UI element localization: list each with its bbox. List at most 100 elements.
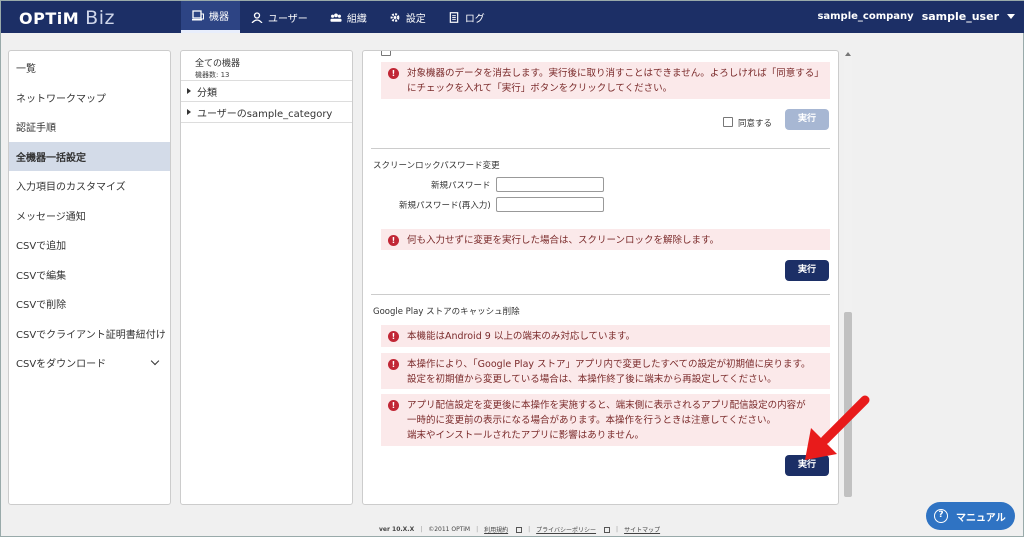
nav-users[interactable]: ユーザー	[240, 1, 319, 33]
logo-text: OPTiM	[19, 9, 80, 28]
agree-label[interactable]: 同意する	[738, 117, 772, 129]
wipe-execute-button[interactable]: 実行	[785, 109, 829, 130]
alert-icon: !	[388, 331, 399, 342]
sidebar-item-csv-download[interactable]: CSVをダウンロード	[9, 348, 170, 378]
lock-section-title: スクリーンロックパスワード変更	[373, 161, 500, 171]
alert-icon: !	[388, 400, 399, 411]
nav-log-label: ログ	[464, 13, 485, 25]
footer-version: ver 10.X.X	[379, 526, 415, 533]
sidebar-item-label: ネットワークマップ	[16, 93, 106, 105]
section-divider	[371, 294, 830, 295]
tree-node-label: ユーザーのsample_category	[197, 108, 333, 120]
nav-users-label: ユーザー	[268, 13, 308, 25]
sidebar-item-label: 一覧	[16, 64, 36, 76]
caret-right-icon[interactable]	[187, 109, 191, 115]
sidebar-item-list[interactable]: 一覧	[9, 53, 170, 83]
alert-icon: !	[388, 68, 399, 79]
wipe-prev-checkbox[interactable]	[381, 51, 391, 56]
sidebar-item-csv-edit[interactable]: CSVで編集	[9, 260, 170, 290]
gplay-section-title: Google Play ストアのキャッシュ削除	[373, 307, 520, 317]
main-nav: 機器 ユーザー 組織 設定 ログ	[181, 1, 496, 33]
wipe-warning-text: 対象機器のデータを消去します。実行後に取り消すことはできません。よろしければ「同…	[407, 68, 820, 94]
sidebar-item-label: 全機器一括設定	[16, 152, 86, 164]
sidebar-item-label: メッセージ通知	[16, 211, 86, 223]
tree-node-category[interactable]: 分類	[181, 81, 352, 102]
sidebar-item-csv-cert[interactable]: CSVでクライアント証明書紐付け	[9, 319, 170, 349]
lock-warning: ! 何も入力せずに変更を実行した場合は、スクリーンロックを解除します。	[381, 229, 830, 250]
gplay-warning-3: ! アプリ配信設定を変更後に本操作を実施すると、端末側に表示されるアプリ配信設定…	[381, 394, 830, 446]
device-icon	[192, 10, 204, 21]
logo-sub: Biz	[85, 7, 115, 29]
alert-icon: !	[388, 235, 399, 246]
sidebar-item-label: CSVをダウンロード	[16, 359, 107, 371]
manual-button[interactable]: ? マニュアル	[926, 502, 1015, 530]
sidebar-item-customize[interactable]: 入力項目のカスタマイズ	[9, 171, 170, 201]
wipe-warning: ! 対象機器のデータを消去します。実行後に取り消すことはできません。よろしければ…	[381, 62, 830, 99]
sidebar-item-label: 認証手順	[16, 123, 56, 135]
nav-settings[interactable]: 設定	[378, 1, 437, 33]
lock-execute-button[interactable]: 実行	[785, 260, 829, 281]
tree-node-label: 分類	[197, 87, 217, 99]
log-icon	[449, 11, 459, 23]
nav-org[interactable]: 組織	[319, 1, 378, 33]
gplay-warning-3-line1: アプリ配信設定を変更後に本操作を実施すると、端末側に表示されるアプリ配信設定の内…	[407, 400, 806, 411]
sidebar-item-label: CSVで追加	[16, 241, 67, 253]
device-tree: 全ての機器 機器数: 13 分類 ユーザーのsample_category	[180, 50, 353, 505]
app-logo[interactable]: OPTiM Biz	[19, 7, 115, 29]
sidebar-item-auth[interactable]: 認証手順	[9, 112, 170, 142]
gplay-warning-3-line3: 端末やインストールされたアプリに影響はありません。	[407, 430, 645, 441]
new-password-confirm-input[interactable]	[496, 197, 604, 212]
red-arrow-annotation	[805, 395, 870, 460]
sidebar-item-bulk-settings[interactable]: 全機器一括設定	[9, 141, 170, 171]
lock-warning-text: 何も入力せずに変更を実行した場合は、スクリーンロックを解除します。	[407, 235, 720, 246]
footer-separator: |	[420, 526, 423, 533]
footer-sitemap-link[interactable]: サイトマップ	[624, 525, 660, 534]
alert-icon: !	[388, 359, 399, 370]
external-link-icon	[516, 526, 523, 533]
sidebar-item-csv-add[interactable]: CSVで追加	[9, 230, 170, 260]
sidebar-item-label: CSVで削除	[16, 300, 67, 312]
tree-node-user-category[interactable]: ユーザーのsample_category	[181, 102, 352, 123]
main-panel: ! 対象機器のデータを消去します。実行後に取り消すことはできません。よろしければ…	[362, 50, 839, 505]
footer-separator: |	[528, 526, 531, 533]
gplay-warning-1-text: 本機能はAndroid 9 以上の端末のみ対応しています。	[407, 331, 636, 342]
help-icon: ?	[934, 509, 948, 523]
nav-devices[interactable]: 機器	[181, 1, 240, 33]
gplay-warning-2-line1: 本操作により、「Google Play ストア」アプリ内で変更したすべての設定が…	[407, 359, 811, 370]
footer-copyright: ©2011 OPTiM	[428, 526, 471, 533]
tree-root[interactable]: 全ての機器 機器数: 13	[181, 51, 352, 81]
footer-separator: |	[616, 526, 619, 533]
user-menu[interactable]: sample_company sample_user	[817, 10, 1015, 23]
sidebar-item-network-map[interactable]: ネットワークマップ	[9, 83, 170, 113]
gplay-warning-2-line2: 設定を初期値から変更している場合は、本操作終了後に端末から再設定してください。	[407, 374, 777, 385]
user-icon	[251, 11, 263, 23]
sidebar-item-label: 入力項目のカスタマイズ	[16, 182, 126, 194]
new-password-label: 新規パスワード	[431, 181, 491, 191]
sidebar-item-message[interactable]: メッセージ通知	[9, 201, 170, 231]
gear-icon	[390, 12, 400, 22]
scroll-up-arrow-icon[interactable]	[845, 52, 851, 56]
footer-privacy-link[interactable]: プライバシーポリシー	[536, 525, 596, 534]
tree-root-count: 機器数: 13	[195, 71, 230, 79]
sidebar-item-csv-delete[interactable]: CSVで削除	[9, 289, 170, 319]
manual-label: マニュアル	[956, 512, 1006, 524]
new-password-confirm-label: 新規パスワード(再入力)	[399, 201, 491, 211]
chevron-down-icon	[150, 356, 160, 366]
gplay-warning-3-line2: 一時的に変更前の表示になる場合があります。本操作を行うときは注意してください。	[407, 415, 776, 426]
gplay-warning-2: ! 本操作により、「Google Play ストア」アプリ内で変更したすべての設…	[381, 353, 830, 389]
user-name: sample_user	[921, 10, 999, 23]
nav-log[interactable]: ログ	[437, 1, 496, 33]
tree-root-label: 全ての機器	[195, 59, 241, 69]
nav-settings-label: 設定	[405, 13, 426, 25]
caret-right-icon[interactable]	[187, 88, 191, 94]
footer-terms-link[interactable]: 利用規約	[484, 525, 508, 534]
org-icon	[330, 12, 342, 22]
new-password-input[interactable]	[496, 177, 604, 192]
footer-separator: |	[476, 526, 479, 533]
top-header: OPTiM Biz 機器 ユーザー 組織 設定 ログ sample_company…	[1, 1, 1024, 33]
section-divider	[371, 148, 830, 149]
footer: ver 10.X.X | ©2011 OPTiM | 利用規約 | プライバシー…	[379, 525, 660, 534]
agree-checkbox[interactable]	[723, 117, 733, 127]
sidebar: 一覧 ネットワークマップ 認証手順 全機器一括設定 入力項目のカスタマイズ メッ…	[8, 50, 171, 505]
external-link-icon	[604, 526, 611, 533]
